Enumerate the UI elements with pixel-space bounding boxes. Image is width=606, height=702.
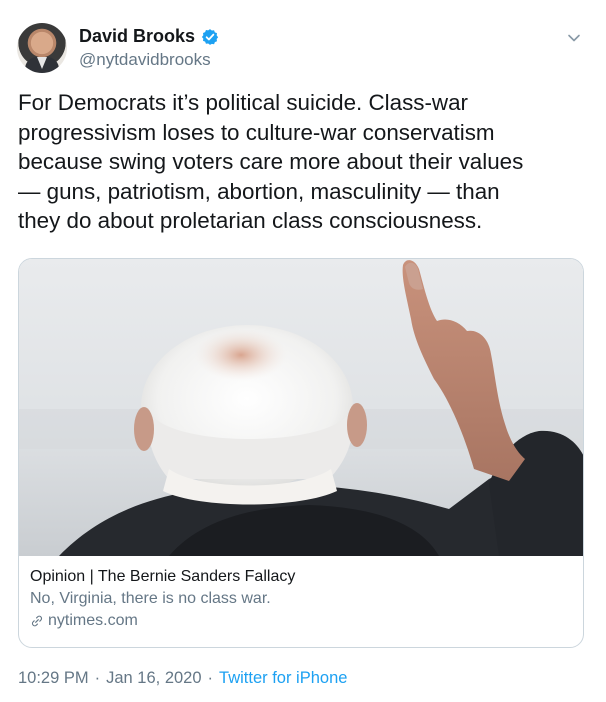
- card-meta: Opinion | The Bernie Sanders Fallacy No,…: [30, 566, 295, 632]
- tweet: David Brooks @nytdavidbrooks For Democra…: [0, 0, 606, 702]
- tweet-date[interactable]: Jan 16, 2020: [106, 669, 201, 688]
- tweet-footer: 10:29 PM · Jan 16, 2020 · Twitter for iP…: [18, 669, 347, 688]
- tweet-text: For Democrats it’s political suicide. Cl…: [18, 90, 524, 233]
- footer-separator: ·: [94, 669, 101, 687]
- card-description: No, Virginia, there is no class war.: [30, 590, 271, 607]
- card-domain-row[interactable]: nytimes.com: [30, 610, 295, 632]
- author-name-row[interactable]: David Brooks: [79, 26, 219, 47]
- footer-separator: ·: [207, 669, 214, 687]
- avatar[interactable]: [17, 23, 67, 73]
- link-card[interactable]: Opinion | The Bernie Sanders Fallacy No,…: [18, 258, 584, 648]
- card-image[interactable]: [19, 259, 583, 556]
- tweet-time[interactable]: 10:29 PM: [18, 669, 89, 688]
- card-domain[interactable]: nytimes.com: [48, 610, 138, 632]
- tweet-source[interactable]: Twitter for iPhone: [219, 669, 347, 688]
- link-icon: [31, 615, 43, 627]
- card-photo: [19, 259, 583, 556]
- author-name[interactable]: David Brooks: [79, 26, 195, 47]
- card-title[interactable]: Opinion | The Bernie Sanders Fallacy: [30, 566, 295, 588]
- author-handle[interactable]: @nytdavidbrooks: [79, 50, 211, 70]
- chevron-down-icon[interactable]: [566, 30, 582, 46]
- verified-badge-icon: [201, 28, 219, 45]
